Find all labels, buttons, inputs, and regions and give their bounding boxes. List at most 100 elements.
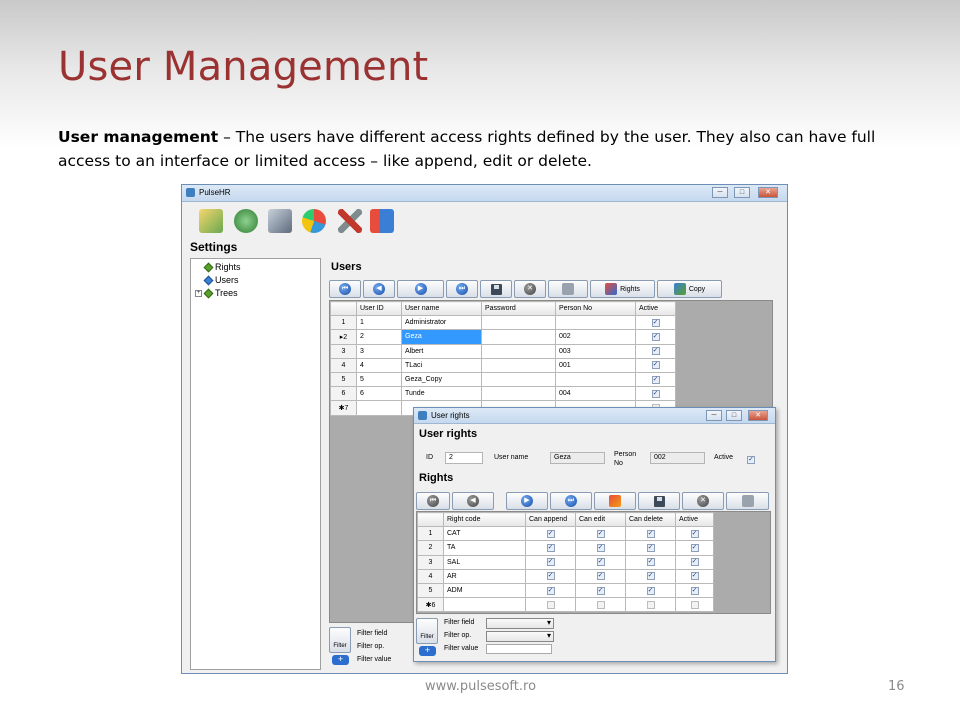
checkbox[interactable]: ✓ xyxy=(546,558,555,567)
rights-filter-button[interactable]: Filter xyxy=(416,618,438,644)
next-record-button[interactable]: ▶ xyxy=(397,280,444,298)
tree-item-trees[interactable]: + Trees xyxy=(195,288,238,298)
tree-item-users[interactable]: Users xyxy=(203,275,239,285)
checkbox[interactable]: ✓ xyxy=(651,361,660,370)
row-header: ✱6 xyxy=(417,597,444,613)
close-button[interactable]: ✕ xyxy=(758,187,778,198)
table-row[interactable]: 2 TA ✓ ✓ ✓ ✓ xyxy=(417,540,714,556)
checkbox[interactable]: ✓ xyxy=(646,529,655,538)
globe-icon[interactable] xyxy=(234,209,258,233)
user-name-cell: Albert xyxy=(401,343,482,359)
table-row[interactable]: 5 5 Geza_Copy ✓ xyxy=(330,371,676,388)
checkbox[interactable]: ✓ xyxy=(651,347,660,356)
delete-button[interactable]: ✕ xyxy=(514,280,546,298)
checkbox[interactable]: ✓ xyxy=(690,600,699,609)
tree-item-rights[interactable]: Rights xyxy=(203,262,241,272)
maximize-button[interactable]: □ xyxy=(734,187,750,198)
table-row[interactable]: 6 6 Tunde 004 ✓ xyxy=(330,386,676,402)
rights-refresh-button[interactable] xyxy=(726,492,769,510)
table-row[interactable]: 4 4 TLaci 001 ✓ xyxy=(330,357,676,373)
table-row[interactable]: 5 ADM ✓ ✓ ✓ ✓ xyxy=(417,582,714,599)
checkbox[interactable]: ✓ xyxy=(651,332,660,341)
table-row[interactable]: 4 AR ✓ ✓ ✓ ✓ xyxy=(417,568,714,584)
person-no-field[interactable]: 002 xyxy=(650,452,705,464)
checkbox[interactable]: ✓ xyxy=(690,529,699,538)
checkbox[interactable]: ✓ xyxy=(546,586,555,595)
checkbox[interactable]: ✓ xyxy=(651,318,660,327)
checkbox[interactable]: ✓ xyxy=(646,600,655,609)
user-name-field[interactable]: Geza xyxy=(550,452,605,464)
checkbox[interactable]: ✓ xyxy=(646,543,655,552)
column-header[interactable]: Can append xyxy=(525,511,576,528)
expand-icon[interactable]: + xyxy=(195,289,202,297)
calculator-icon[interactable] xyxy=(268,209,292,233)
folders-icon[interactable] xyxy=(199,209,223,233)
last-record-button[interactable]: ⏭ xyxy=(446,280,478,298)
id-field[interactable]: 2 xyxy=(445,452,483,464)
pie-chart-icon[interactable] xyxy=(302,209,326,233)
checkbox[interactable]: ✓ xyxy=(651,375,660,384)
column-header[interactable]: Can delete xyxy=(625,511,676,528)
dialog-close-button[interactable]: ✕ xyxy=(748,410,768,421)
rights-previous-button[interactable]: ◀ xyxy=(452,492,494,510)
dialog-maximize-button[interactable]: □ xyxy=(726,410,742,421)
previous-record-button[interactable]: ◀ xyxy=(363,280,395,298)
checkbox[interactable]: ✓ xyxy=(651,389,660,398)
rights-save-button[interactable] xyxy=(638,492,680,510)
checkbox[interactable]: ✓ xyxy=(690,572,699,581)
checkbox[interactable]: ✓ xyxy=(596,543,605,552)
rights-button[interactable]: Rights xyxy=(590,280,655,298)
rights-first-button[interactable]: ⏮ xyxy=(416,492,450,510)
filter-field-dropdown[interactable] xyxy=(486,618,554,629)
column-header[interactable]: Password xyxy=(481,300,556,317)
rights-add-button[interactable] xyxy=(594,492,636,510)
column-header[interactable]: Active xyxy=(675,511,714,528)
checkbox[interactable]: ✓ xyxy=(646,572,655,581)
checkbox[interactable]: ✓ xyxy=(596,558,605,567)
column-header[interactable]: Can edit xyxy=(575,511,626,528)
checkbox[interactable]: ✓ xyxy=(546,543,555,552)
checkbox[interactable]: ✓ xyxy=(690,558,699,567)
table-row[interactable]: 3 SAL ✓ ✓ ✓ ✓ xyxy=(417,554,714,570)
checkbox[interactable]: ✓ xyxy=(596,529,605,538)
table-row[interactable]: 3 3 Albert 003 ✓ xyxy=(330,343,676,359)
checkbox[interactable]: ✓ xyxy=(596,600,605,609)
checkbox[interactable]: ✓ xyxy=(546,572,555,581)
add-filter-icon[interactable]: + xyxy=(332,655,349,665)
column-header[interactable]: User name xyxy=(401,300,482,317)
add-filter-icon[interactable]: + xyxy=(419,646,436,656)
table-row[interactable]: 1 1 Administrator ✓ xyxy=(330,315,676,331)
checkbox[interactable]: ✓ xyxy=(596,586,605,595)
minimize-button[interactable]: ─ xyxy=(712,187,728,198)
filter-button[interactable]: Filter xyxy=(329,627,351,653)
checkbox[interactable]: ✓ xyxy=(646,586,655,595)
column-header[interactable]: Active xyxy=(635,300,676,317)
checkbox[interactable]: ✓ xyxy=(690,586,699,595)
column-header[interactable]: Right code xyxy=(443,511,526,528)
save-button[interactable] xyxy=(480,280,512,298)
checkbox[interactable]: ✓ xyxy=(546,529,555,538)
first-record-button[interactable]: ⏮ xyxy=(329,280,361,298)
rights-delete-button[interactable]: ✕ xyxy=(682,492,724,510)
table-row[interactable]: ▸2 2 Geza 002 ✓ xyxy=(330,329,676,345)
checkbox[interactable]: ✓ xyxy=(690,543,699,552)
checkbox[interactable]: ✓ xyxy=(646,558,655,567)
active-checkbox[interactable]: ✓ xyxy=(747,456,755,464)
checkbox[interactable]: ✓ xyxy=(546,600,555,609)
filter-op-dropdown[interactable] xyxy=(486,631,554,642)
dialog-minimize-button[interactable]: ─ xyxy=(706,410,722,421)
help-book-icon[interactable] xyxy=(370,209,394,233)
column-header[interactable]: Person No xyxy=(555,300,636,317)
copy-button[interactable]: Copy xyxy=(657,280,722,298)
table-row[interactable]: ✱6 ✓ ✓ ✓ ✓ xyxy=(417,597,714,613)
footer-url[interactable]: www.pulsesoft.ro xyxy=(425,679,536,694)
rights-last-button[interactable]: ⏭ xyxy=(550,492,592,510)
filter-value-input[interactable] xyxy=(486,644,552,654)
tools-icon[interactable] xyxy=(338,209,362,233)
checkbox-cell: ✓ xyxy=(675,597,714,613)
checkbox[interactable]: ✓ xyxy=(596,572,605,581)
rights-next-button[interactable]: ▶ xyxy=(506,492,548,510)
table-row[interactable]: 1 CAT ✓ ✓ ✓ ✓ xyxy=(417,526,714,542)
refresh-button[interactable] xyxy=(548,280,588,298)
column-header[interactable]: User ID xyxy=(356,300,402,317)
